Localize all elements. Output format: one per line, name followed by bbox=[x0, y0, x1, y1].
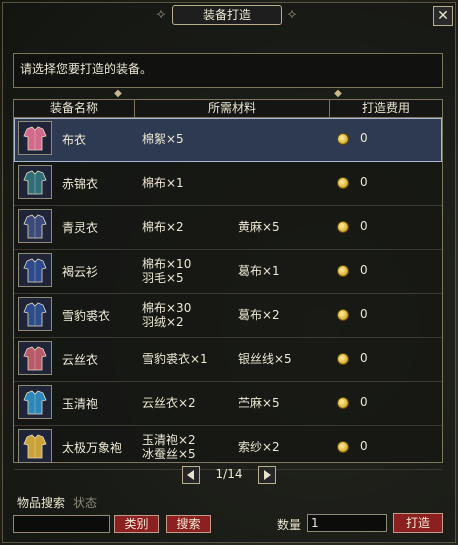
forge-cost: 0 bbox=[360, 175, 368, 189]
quantity-label: 数量 bbox=[277, 518, 302, 532]
brown-cloud-shirt-icon bbox=[18, 253, 52, 287]
column-header-materials: 所需材料 bbox=[135, 100, 330, 117]
cloud-silk-robe-icon bbox=[18, 341, 52, 375]
material-column-2: 葛布×1 bbox=[238, 264, 280, 278]
arrow-right-icon bbox=[264, 470, 271, 480]
equipment-row[interactable]: 褐云衫 棉布×10 羽毛×5 葛布×1 0 bbox=[14, 250, 442, 294]
material-column-2: 苎麻×5 bbox=[238, 396, 280, 410]
coin-icon bbox=[337, 441, 349, 453]
column-header-cost: 打造费用 bbox=[361, 101, 410, 115]
taiji-robe-icon bbox=[18, 429, 52, 463]
material-column-2: 葛布×2 bbox=[238, 308, 280, 322]
forge-cost: 0 bbox=[360, 263, 368, 277]
forge-cost: 0 bbox=[360, 131, 368, 145]
prev-page-button[interactable] bbox=[182, 466, 200, 484]
prompt-text: 请选择您要打造的装备。 bbox=[20, 62, 153, 76]
equipment-name: 赤锦衣 bbox=[62, 177, 99, 191]
equipment-row[interactable]: 云丝衣 雪豹裘衣×1 银丝线×5 0 bbox=[14, 338, 442, 382]
equipment-name: 云丝衣 bbox=[62, 353, 99, 367]
item-search-label: 物品搜索 bbox=[17, 496, 66, 510]
material-column-2: 黄麻×5 bbox=[238, 220, 280, 234]
material-entry: 苎麻×5 bbox=[238, 396, 280, 410]
pager: 1/14 bbox=[182, 466, 276, 484]
green-spirit-robe-icon bbox=[18, 209, 52, 243]
snow-leopard-fur-icon bbox=[18, 297, 52, 331]
equipment-row[interactable]: 赤锦衣 棉布×1 0 bbox=[14, 162, 442, 206]
forge-button[interactable]: 打造 bbox=[393, 513, 443, 533]
material-entry: 棉布×10 bbox=[142, 257, 192, 271]
forge-cost: 0 bbox=[360, 439, 368, 453]
status-label: 状态 bbox=[73, 496, 98, 510]
material-entry: 棉絮×5 bbox=[142, 132, 184, 146]
material-column-1: 棉布×30 羽绒×2 bbox=[142, 301, 191, 329]
red-brocade-icon bbox=[18, 165, 52, 199]
equipment-row[interactable]: 布衣 棉絮×5 0 bbox=[14, 118, 442, 162]
arrow-left-icon bbox=[187, 470, 194, 480]
material-entry: 羽毛×5 bbox=[142, 271, 184, 285]
window-title: 装备打造 bbox=[172, 5, 282, 25]
material-column-1: 棉布×2 bbox=[142, 220, 184, 234]
coin-icon bbox=[337, 177, 349, 189]
equipment-name: 太极万象袍 bbox=[62, 441, 123, 455]
material-entry: 葛布×1 bbox=[238, 264, 280, 278]
material-column-1: 雪豹裘衣×1 bbox=[142, 352, 208, 366]
material-column-1: 棉絮×5 bbox=[142, 132, 184, 146]
coin-icon bbox=[337, 265, 349, 277]
close-button[interactable]: ✕ bbox=[433, 6, 453, 26]
equipment-name: 布衣 bbox=[62, 133, 87, 147]
page-number: 1/14 bbox=[215, 467, 243, 481]
equipment-row[interactable]: 太极万象袍 玉清袍×2 冰蚕丝×5 索纱×2 0 bbox=[14, 426, 442, 470]
equipment-row[interactable]: 青灵衣 棉布×2 黄麻×5 0 bbox=[14, 206, 442, 250]
forge-cost: 0 bbox=[360, 395, 368, 409]
material-column-1: 棉布×1 bbox=[142, 176, 184, 190]
material-entry: 云丝衣×2 bbox=[142, 396, 196, 410]
search-input[interactable] bbox=[13, 515, 110, 533]
coin-icon bbox=[337, 397, 349, 409]
forge-cost: 0 bbox=[360, 307, 368, 321]
material-entry: 葛布×2 bbox=[238, 308, 280, 322]
equipment-list: 布衣 棉絮×5 0 赤锦衣 棉布×1 0 青灵衣 棉布×2 黄麻×5 0 褐云衫 棉布×10 羽毛×5 葛… bbox=[13, 118, 443, 470]
material-entry: 棉布×1 bbox=[142, 176, 184, 190]
material-entry: 雪豹裘衣×1 bbox=[142, 352, 208, 366]
forge-cost: 0 bbox=[360, 219, 368, 233]
material-entry: 羽绒×2 bbox=[142, 315, 184, 329]
title-left-ornament-icon: ⟡ bbox=[156, 6, 166, 22]
quantity-input[interactable]: 1 bbox=[307, 514, 387, 532]
equipment-name: 雪豹裘衣 bbox=[62, 309, 111, 323]
material-entry: 索纱×2 bbox=[238, 440, 280, 454]
material-column-1: 棉布×10 羽毛×5 bbox=[142, 257, 191, 285]
table-header: 装备名称 所需材料 打造费用 bbox=[13, 99, 443, 118]
material-entry: 棉布×2 bbox=[142, 220, 184, 234]
material-column-2: 银丝线×5 bbox=[238, 352, 292, 366]
material-entry: 玉清袍×2 bbox=[142, 433, 196, 447]
coin-icon bbox=[337, 133, 349, 145]
equipment-name: 青灵衣 bbox=[62, 221, 99, 235]
material-column-1: 云丝衣×2 bbox=[142, 396, 196, 410]
coin-icon bbox=[337, 221, 349, 233]
cloth-robe-icon bbox=[18, 121, 52, 155]
equipment-row[interactable]: 玉清袍 云丝衣×2 苎麻×5 0 bbox=[14, 382, 442, 426]
column-header-name: 装备名称 bbox=[14, 100, 135, 117]
equipment-row[interactable]: 雪豹裘衣 棉布×30 羽绒×2 葛布×2 0 bbox=[14, 294, 442, 338]
material-entry: 黄麻×5 bbox=[238, 220, 280, 234]
coin-icon bbox=[337, 309, 349, 321]
prompt-box: 请选择您要打造的装备。 bbox=[13, 53, 443, 88]
equipment-name: 褐云衫 bbox=[62, 265, 99, 279]
material-entry: 银丝线×5 bbox=[238, 352, 292, 366]
search-button[interactable]: 搜索 bbox=[166, 515, 211, 533]
close-icon: ✕ bbox=[437, 8, 449, 24]
material-column-1: 玉清袍×2 冰蚕丝×5 bbox=[142, 433, 196, 461]
next-page-button[interactable] bbox=[258, 466, 276, 484]
equipment-name: 玉清袍 bbox=[62, 397, 99, 411]
material-entry: 棉布×30 bbox=[142, 301, 192, 315]
coin-icon bbox=[337, 353, 349, 365]
title-right-ornament-icon: ⟡ bbox=[287, 6, 297, 22]
forge-cost: 0 bbox=[360, 351, 368, 365]
category-button[interactable]: 类别 bbox=[114, 515, 159, 533]
jade-clear-robe-icon bbox=[18, 385, 52, 419]
material-column-2: 索纱×2 bbox=[238, 440, 280, 454]
material-entry: 冰蚕丝×5 bbox=[142, 447, 196, 461]
